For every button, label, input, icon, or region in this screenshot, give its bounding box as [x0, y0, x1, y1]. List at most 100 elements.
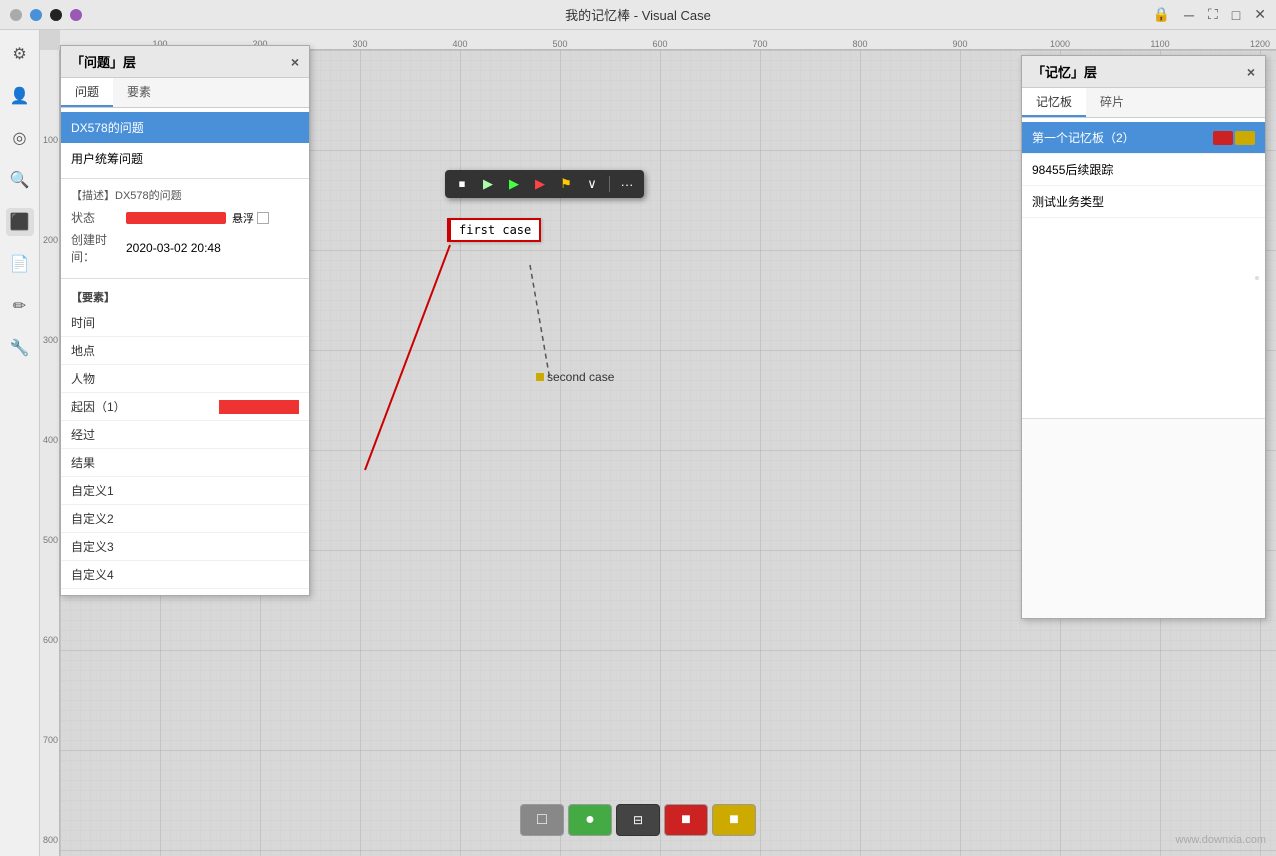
- ruler-mark-1000: 1000: [1050, 39, 1070, 49]
- title-bar-right: 🔒 ─ ⛶ □ ✕: [1153, 6, 1266, 23]
- second-case-node[interactable]: second case: [536, 370, 614, 384]
- tb-dropdown-btn[interactable]: ∨: [581, 173, 603, 195]
- memory-panel-close[interactable]: ×: [1247, 64, 1255, 80]
- title-bar: 我的记忆棒 - Visual Case 🔒 ─ ⛶ □ ✕: [0, 0, 1276, 30]
- element-process-label: 经过: [71, 426, 185, 443]
- bottom-btn-gray[interactable]: □: [520, 804, 564, 836]
- ruler-mark-v-800: 800: [40, 835, 60, 845]
- first-case-node[interactable]: first case: [447, 218, 541, 242]
- created-label: 创建时间：: [71, 231, 126, 265]
- problem-panel: 「问题」层 × 问题 要素 DX578的问题 用户统筹问题 【描述】DX578的…: [60, 45, 310, 596]
- bottom-btn-dark[interactable]: ⊟: [616, 804, 660, 836]
- problem-item-dx578[interactable]: DX578的问题: [61, 112, 309, 143]
- memory-item-first-label: 第一个记忆板（2）: [1032, 129, 1135, 146]
- minimize-button[interactable]: ─: [1184, 7, 1194, 23]
- element-result-label: 结果: [71, 454, 185, 471]
- traffic-light-blue: [30, 9, 42, 21]
- element-place: 地点: [61, 337, 309, 365]
- floating-checkbox[interactable]: [257, 212, 269, 224]
- element-custom1-label: 自定义1: [71, 482, 185, 499]
- memory-panel-scrollbar: [1255, 276, 1259, 280]
- sidebar-icon-search[interactable]: 🔍: [6, 166, 34, 194]
- problem-panel-close[interactable]: ×: [291, 54, 299, 70]
- sidebar-icon-settings[interactable]: ⚙: [6, 40, 34, 68]
- sidebar-icon-edit[interactable]: ✏: [6, 292, 34, 320]
- element-place-value: [185, 344, 299, 358]
- ruler-mark-v-200: 200: [40, 235, 60, 245]
- element-time: 时间: [61, 309, 309, 337]
- second-case-label: second case: [547, 370, 614, 384]
- element-custom2: 自定义2: [61, 505, 309, 533]
- bottom-btn-yellow-icon: ■: [729, 811, 739, 829]
- maximize-button[interactable]: □: [1232, 7, 1240, 23]
- ruler-mark-1100: 1100: [1150, 39, 1169, 49]
- memory-item-first[interactable]: 第一个记忆板（2）: [1022, 122, 1265, 154]
- sidebar-icon-user[interactable]: 👤: [6, 82, 34, 110]
- problem-tab-issues[interactable]: 问题: [61, 78, 113, 107]
- sidebar-icon-target[interactable]: ◎: [6, 124, 34, 152]
- elements-section: 【要素】 时间 地点 人物 起因（1） 经过 结果 自定义1: [61, 278, 309, 595]
- left-sidebar: ⚙ 👤 ◎ 🔍 ⬛ 📄 ✏ 🔧: [0, 30, 40, 856]
- tb-stop-btn[interactable]: ⏹: [451, 173, 473, 195]
- problem-tab-elements[interactable]: 要素: [113, 78, 165, 107]
- second-case-dot: [536, 373, 544, 381]
- memory-tab-fragments[interactable]: 碎片: [1086, 88, 1138, 117]
- color-yellow: [1235, 131, 1255, 145]
- tb-flag-btn[interactable]: ⚑: [555, 173, 577, 195]
- status-bar: [126, 212, 226, 224]
- element-time-value: [185, 316, 299, 330]
- first-case-label: first case: [459, 223, 531, 237]
- element-cause-value: [219, 400, 299, 414]
- floating-label: 悬浮: [232, 210, 254, 226]
- tb-play2-btn[interactable]: ▶: [503, 173, 525, 195]
- memory-panel: 「记忆」层 × 记忆板 碎片 第一个记忆板（2） 98455后续跟踪 测试业务类…: [1021, 55, 1266, 619]
- element-result-value: [185, 456, 299, 470]
- bottom-btn-gray-icon: □: [537, 811, 547, 829]
- traffic-light-gray: [10, 9, 22, 21]
- memory-tabs: 记忆板 碎片: [1022, 88, 1265, 118]
- ruler-mark-600: 600: [652, 39, 667, 49]
- memory-item-98455[interactable]: 98455后续跟踪: [1022, 154, 1265, 186]
- ruler-left: 100 200 300 400 500 600 700 800: [40, 50, 60, 856]
- element-custom2-label: 自定义2: [71, 510, 185, 527]
- memory-panel-title-label: 「记忆」层: [1032, 62, 1097, 81]
- element-cause-label: 起因（1）: [71, 398, 219, 415]
- element-cause: 起因（1）: [61, 393, 309, 421]
- sidebar-icon-doc[interactable]: 📄: [6, 250, 34, 278]
- fullscreen-button[interactable]: ⛶: [1208, 6, 1218, 23]
- bottom-btn-green[interactable]: ●: [568, 804, 612, 836]
- created-value: 2020-03-02 20:48: [126, 241, 221, 255]
- element-custom1: 自定义1: [61, 477, 309, 505]
- memory-panel-title: 「记忆」层 ×: [1022, 56, 1265, 88]
- floating-toolbar: ⏹ ▶ ▶ ▶ ⚑ ∨ ···: [445, 170, 644, 198]
- sidebar-icon-tool[interactable]: 🔧: [6, 334, 34, 362]
- memory-tab-board[interactable]: 记忆板: [1022, 88, 1086, 117]
- watermark: www.downxia.com: [1176, 834, 1266, 846]
- tb-play1-btn[interactable]: ▶: [477, 173, 499, 195]
- ruler-mark-800: 800: [852, 39, 867, 49]
- element-custom4-value: [185, 568, 299, 582]
- bottom-btn-red-icon: ■: [681, 811, 691, 829]
- problem-tabs: 问题 要素: [61, 78, 309, 108]
- title-bar-left: [10, 9, 82, 21]
- memory-item-test-label: 测试业务类型: [1032, 193, 1104, 210]
- element-person-value: [185, 372, 299, 386]
- element-custom4: 自定义4: [61, 561, 309, 589]
- memory-item-test[interactable]: 测试业务类型: [1022, 186, 1265, 218]
- desc-title: 【描述】DX578的问题: [71, 187, 299, 203]
- ruler-mark-300: 300: [352, 39, 367, 49]
- problem-item-user[interactable]: 用户统筹问题: [61, 143, 309, 174]
- tb-more-btn[interactable]: ···: [616, 173, 638, 195]
- close-button[interactable]: ✕: [1254, 6, 1266, 23]
- bottom-btn-yellow[interactable]: ■: [712, 804, 756, 836]
- first-case-box[interactable]: first case: [447, 218, 541, 242]
- problem-panel-title-label: 「问题」层: [71, 52, 136, 71]
- bottom-btn-red[interactable]: ■: [664, 804, 708, 836]
- tb-play3-btn[interactable]: ▶: [529, 173, 551, 195]
- ruler-mark-v-500: 500: [40, 535, 60, 545]
- lock-icon[interactable]: 🔒: [1153, 6, 1170, 23]
- problem-list: DX578的问题 用户统筹问题: [61, 108, 309, 178]
- sidebar-icon-layers[interactable]: ⬛: [6, 208, 34, 236]
- elements-title: 【要素】: [61, 285, 309, 309]
- status-label: 状态: [71, 209, 126, 226]
